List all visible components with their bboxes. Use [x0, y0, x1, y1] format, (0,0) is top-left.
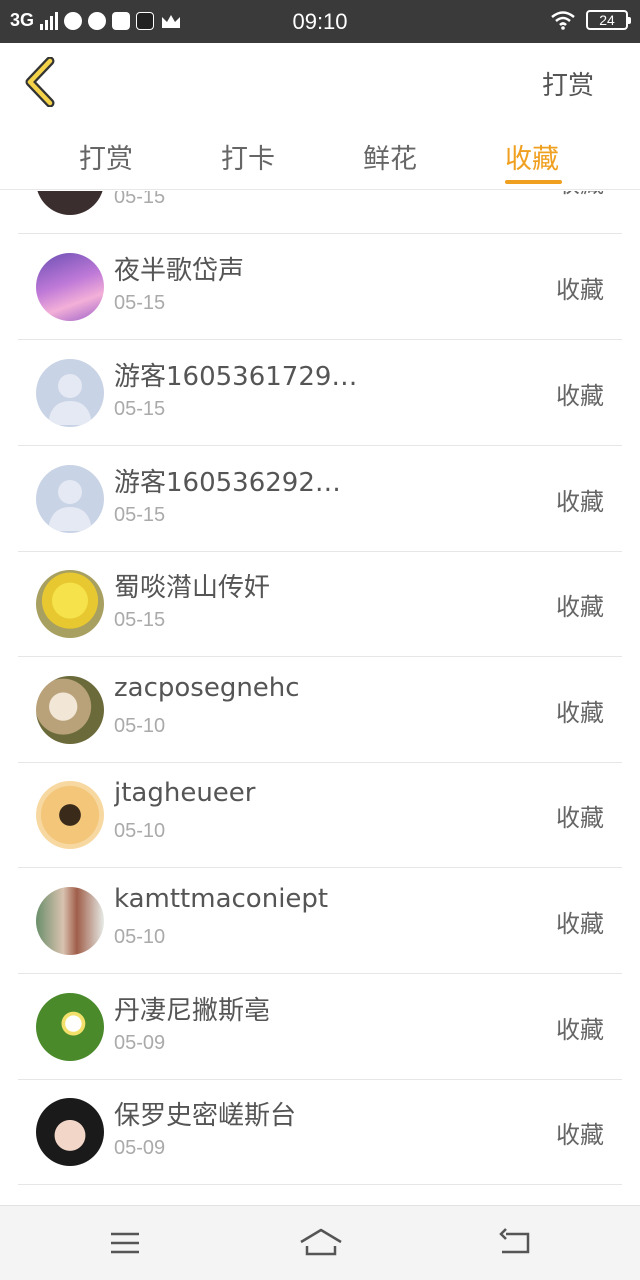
default-user-icon [48, 374, 92, 425]
battery-indicator: 24 [586, 10, 631, 30]
date: 05-15 [114, 292, 166, 314]
avatar [36, 781, 104, 849]
date: 05-09 [114, 1032, 166, 1054]
action-label: 收藏 [556, 488, 604, 516]
header: 打赏 [0, 43, 640, 123]
tab-favorites[interactable]: 收藏 [505, 137, 559, 176]
tab-checkin[interactable]: 打卡 [221, 137, 275, 176]
tab-bar: 打赏 打卡 鲜花 收藏 [0, 123, 640, 190]
status-right: 24 [550, 10, 631, 30]
avatar [36, 993, 104, 1061]
action-label: 收藏 [556, 593, 604, 621]
favorites-list: 05-15 收藏 夜半歌岱声 05-15 收藏 游客1605361729… 05… [0, 191, 640, 1204]
action-label: 收藏 [556, 1121, 604, 1149]
list-item[interactable]: 05-15 收藏 [18, 191, 622, 234]
date: 05-15 [114, 398, 166, 420]
list-item[interactable]: zacposegnehc 05-10 收藏 [18, 657, 622, 763]
user-name: 蜀啖潸山传奸 [114, 573, 271, 603]
default-user-icon [48, 480, 92, 531]
action-label: 收藏 [556, 699, 604, 727]
avatar [36, 676, 104, 744]
date: 05-15 [114, 191, 166, 208]
wifi-icon [551, 11, 575, 30]
list-item[interactable] [18, 1185, 622, 1204]
user-name: 保罗史密嵯斯台 [114, 1101, 297, 1131]
list-item[interactable]: kamttmaconiept 05-10 收藏 [18, 868, 622, 974]
system-nav-bar [0, 1205, 640, 1280]
action-label: 收藏 [556, 910, 604, 938]
back-icon [499, 1228, 530, 1254]
action-label: 收藏 [556, 804, 604, 832]
action-label: 收藏 [556, 191, 604, 199]
chevron-left-icon [25, 56, 55, 108]
home-button[interactable] [298, 1226, 344, 1260]
action-label: 收藏 [556, 1016, 604, 1044]
action-label: 收藏 [556, 276, 604, 304]
avatar [36, 1098, 104, 1166]
user-name: 丹凄尼撇斯亳 [114, 996, 271, 1026]
date: 05-09 [114, 1137, 166, 1159]
user-name: 游客1605361729… [114, 362, 358, 392]
list-item[interactable]: 蜀啖潸山传奸 05-15 收藏 [18, 551, 622, 657]
reward-button[interactable]: 打赏 [542, 65, 594, 102]
date: 05-15 [114, 504, 166, 526]
user-name: 游客160536292… [114, 468, 341, 498]
date: 05-10 [114, 926, 166, 948]
tab-flowers[interactable]: 鲜花 [363, 137, 417, 176]
date: 05-10 [114, 715, 166, 737]
avatar [36, 359, 104, 427]
menu-button[interactable] [105, 1226, 145, 1260]
menu-icon [111, 1232, 139, 1254]
user-name: jtagheueer [114, 778, 256, 808]
user-name: zacposegnehc [114, 673, 300, 703]
back-button[interactable] [22, 56, 62, 108]
user-name: 夜半歌岱声 [114, 256, 245, 286]
avatar [36, 253, 104, 321]
date: 05-15 [114, 609, 166, 631]
back-nav-button[interactable] [496, 1226, 536, 1260]
active-tab-indicator [505, 180, 562, 184]
avatar [36, 191, 104, 215]
home-icon [300, 1228, 342, 1256]
action-label: 收藏 [556, 382, 604, 410]
list-item[interactable]: 游客160536292… 05-15 收藏 [18, 446, 622, 552]
list-item[interactable]: 保罗史密嵯斯台 05-09 收藏 [18, 1079, 622, 1185]
avatar [36, 887, 104, 955]
date: 05-10 [114, 820, 166, 842]
status-time: 09:10 [292, 9, 348, 34]
tab-reward[interactable]: 打赏 [79, 137, 133, 176]
list-item[interactable]: 夜半歌岱声 05-15 收藏 [18, 234, 622, 340]
status-bar: 3G 09:10 24 [0, 0, 640, 43]
avatar [36, 570, 104, 638]
user-name: kamttmaconiept [114, 884, 329, 914]
list-item[interactable]: 游客1605361729… 05-15 收藏 [18, 340, 622, 446]
list-item[interactable]: 丹凄尼撇斯亳 05-09 收藏 [18, 974, 622, 1080]
avatar [36, 465, 104, 533]
list-item[interactable]: jtagheueer 05-10 收藏 [18, 762, 622, 868]
